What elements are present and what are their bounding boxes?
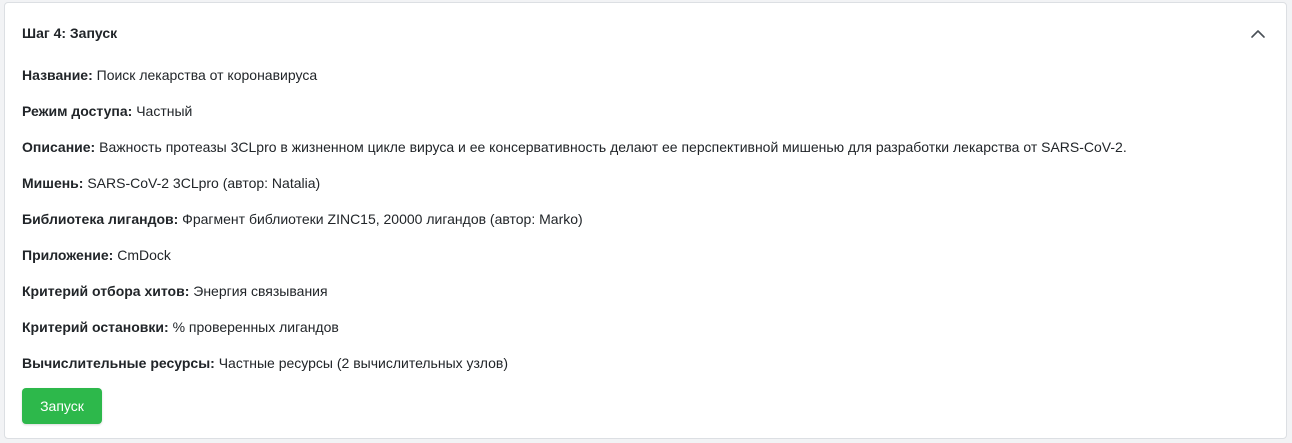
detail-label: Описание: [22,139,96,155]
detail-ligand-library: Библиотека лигандов: Фрагмент библиотеки… [22,209,1269,245]
detail-value: Важность протеазы 3CLpro в жизненном цик… [99,139,1127,155]
detail-label: Мишень: [22,175,84,191]
launch-step-card: Шаг 4: Запуск Название: Поиск лекарства … [4,2,1287,439]
detail-value: CmDock [117,247,171,263]
details-list: Название: Поиск лекарства от коронавирус… [22,65,1269,389]
detail-value: % проверенных лигандов [172,319,339,335]
detail-value: SARS-CoV-2 3CLpro (автор: Natalia) [87,175,321,191]
detail-label: Режим доступа: [22,103,133,119]
detail-compute-resources: Вычислительные ресурсы: Частные ресурсы … [22,353,1269,389]
detail-label: Вычислительные ресурсы: [22,355,215,371]
detail-value: Поиск лекарства от коронавируса [96,67,318,83]
detail-label: Библиотека лигандов: [22,211,179,227]
detail-label: Название: [22,67,93,83]
collapse-button[interactable] [1250,26,1266,42]
detail-name: Название: Поиск лекарства от коронавирус… [22,65,1269,101]
detail-stop-criterion: Критерий остановки: % проверенных лиганд… [22,317,1269,353]
detail-description: Описание: Важность протеазы 3CLpro в жиз… [22,137,1269,173]
detail-value: Частный [136,103,193,119]
detail-hit-criterion: Критерий отбора хитов: Энергия связывани… [22,281,1269,317]
detail-label: Критерий отбора хитов: [22,283,190,299]
detail-target: Мишень: SARS-CoV-2 3CLpro (автор: Natali… [22,173,1269,209]
detail-label: Приложение: [22,247,114,263]
detail-application: Приложение: CmDock [22,245,1269,281]
detail-value: Фрагмент библиотеки ZINC15, 20000 лиганд… [182,211,583,227]
launch-button[interactable]: Запуск [22,388,102,424]
detail-label: Критерий остановки: [22,319,169,335]
detail-value: Частные ресурсы (2 вычислительных узлов) [218,355,509,371]
chevron-up-icon [1250,26,1266,42]
detail-value: Энергия связывания [193,283,328,299]
step-title: Шаг 4: Запуск [22,25,118,41]
detail-access-mode: Режим доступа: Частный [22,101,1269,137]
